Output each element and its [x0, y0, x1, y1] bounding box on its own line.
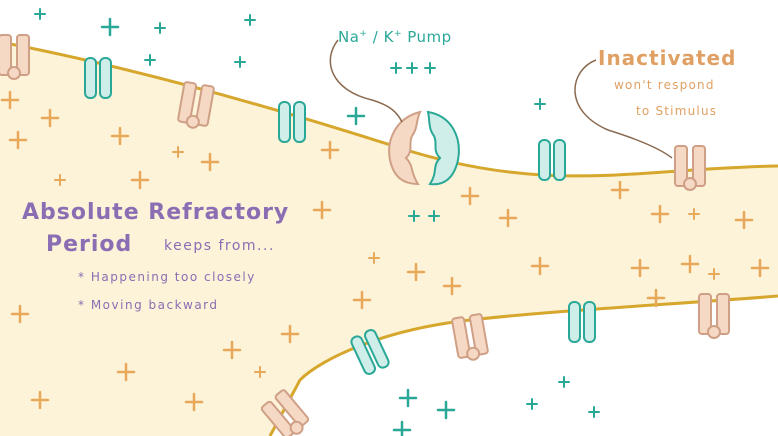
bullet-moving: * Moving backward [78, 298, 219, 312]
inactivated-channel [450, 312, 490, 364]
bullet-happening: * Happening too closely [78, 270, 256, 284]
pump-k-charge: + [393, 29, 402, 39]
title-line-1: Absolute Refractory [22, 200, 290, 225]
title-line-2: Period [46, 232, 133, 257]
bullet-text: Moving backward [90, 298, 219, 312]
pump-callout-line [329, 39, 403, 123]
pump-na: Na [338, 28, 360, 46]
pump-word: Pump [407, 28, 452, 46]
pump-label: Na+ / K+ Pump [338, 28, 452, 46]
lower-outside-ions [392, 376, 600, 436]
pump-separator: / [372, 28, 379, 46]
keeps-from-text: keeps from... [164, 238, 275, 254]
pump-k: K [383, 28, 394, 46]
refractory-diagram: Absolute Refractory Period keeps from...… [0, 0, 778, 436]
bullet-text: Happening too closely [90, 270, 256, 284]
bullet-marker: * [78, 270, 86, 284]
pump-na-charge: + [359, 29, 368, 39]
wont-respond-label: won't respond [614, 78, 715, 92]
inactivated-label: Inactivated [598, 46, 737, 70]
to-stimulus-label: to Stimulus [636, 104, 718, 118]
inactivated-channel [674, 145, 706, 191]
bullet-marker: * [78, 298, 86, 312]
